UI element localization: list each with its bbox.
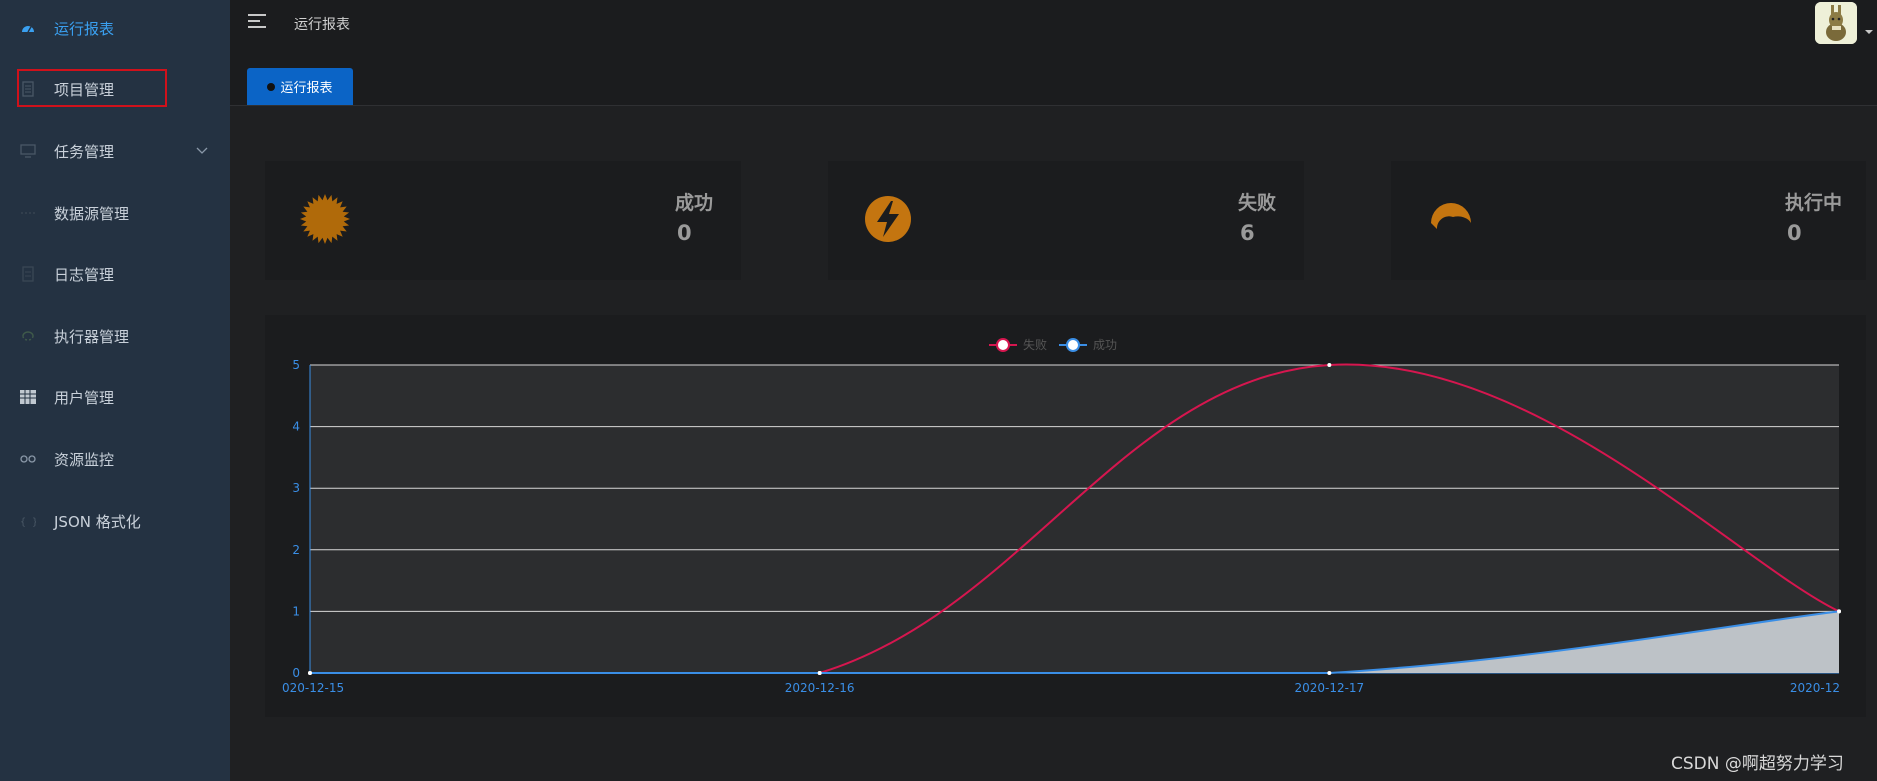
data-point <box>1837 609 1841 614</box>
line-chart: 0 1 2 3 4 5 020-12-15 2020-12-16 2020-12-17 2020-… <box>282 337 1841 695</box>
stat-value: 0 <box>1787 221 1802 245</box>
tab-bar: 运行报表 <box>230 47 1877 106</box>
sidebar-item-logs[interactable]: 日志管理 <box>0 254 230 294</box>
sidebar-item-label: 日志管理 <box>54 265 115 284</box>
data-point <box>817 671 822 675</box>
bolt-icon <box>865 196 911 242</box>
sidebar-item-label: 用户管理 <box>54 388 115 407</box>
sidebar-item-run-report[interactable]: 运行报表 <box>0 8 230 48</box>
sidebar-item-monitor[interactable]: 资源监控 <box>0 439 230 479</box>
chevron-down-icon[interactable] <box>196 145 208 158</box>
y-tick-label: 0 <box>292 666 300 680</box>
sidebar-item-label: 资源监控 <box>54 450 115 469</box>
stat-title: 成功 <box>675 192 714 214</box>
tab-label: 运行报表 <box>280 81 333 96</box>
table-icon <box>20 389 36 405</box>
y-tick-label: 2 <box>292 543 300 557</box>
legend-item: 失败 <box>989 337 1047 352</box>
x-tick-label: 2020-12-17 <box>1294 681 1364 695</box>
tab-dot-icon <box>267 82 276 91</box>
y-tick-label: 1 <box>292 604 300 618</box>
page-title: 运行报表 <box>294 17 350 33</box>
legend-item: 成功 <box>1059 338 1117 352</box>
stat-card-failed: 失败 6 <box>828 161 1304 280</box>
stat-title: 失败 <box>1238 192 1277 214</box>
sidebar-item-users[interactable]: 用户管理 <box>0 377 230 417</box>
legend-label: 成功 <box>1093 338 1117 352</box>
data-point <box>1327 671 1332 675</box>
database-icon <box>20 205 36 221</box>
moon-icon <box>1431 203 1471 229</box>
code-icon: { } <box>20 513 36 529</box>
highlight-box <box>17 69 167 107</box>
monitor-icon <box>20 143 36 159</box>
y-tick-label: 3 <box>292 481 300 495</box>
data-point <box>308 671 312 675</box>
stat-title: 执行中 <box>1785 192 1843 214</box>
sidebar-item-executors[interactable]: 执行器管理 <box>0 316 230 356</box>
dashboard-icon <box>20 20 36 36</box>
x-tick-label: 2020-12-16 <box>785 681 855 695</box>
sidebar: 运行报表 项目管理 任务管理 数据源管理 日志管理 执行器管理 用户管理 资源监… <box>0 0 230 781</box>
x-tick-label: 020-12-15 <box>282 681 344 695</box>
y-tick-label: 5 <box>292 358 300 372</box>
sidebar-item-json[interactable]: { } JSON 格式化 <box>0 501 230 541</box>
svg-text:{ }: { } <box>20 517 36 527</box>
caret-down-icon[interactable] <box>1865 30 1873 34</box>
sidebar-item-datasource[interactable]: 数据源管理 <box>0 193 230 233</box>
sidebar-item-label: 执行器管理 <box>54 327 130 346</box>
stat-card-running: 执行中 0 <box>1391 161 1866 280</box>
log-icon <box>20 266 36 282</box>
y-tick-label: 4 <box>292 420 300 434</box>
x-tick-label: 2020-12 <box>1790 681 1840 695</box>
sidebar-item-label: 运行报表 <box>54 19 115 38</box>
legend-marker <box>996 338 1010 352</box>
legend-label: 失败 <box>1023 337 1047 352</box>
stat-card-success: 成功 0 <box>265 161 741 280</box>
plot-area <box>310 365 1839 673</box>
top-bar: 运行报表 <box>230 0 1877 47</box>
data-point <box>1327 363 1332 367</box>
sidebar-item-tasks[interactable]: 任务管理 <box>0 131 230 171</box>
stat-value: 6 <box>1240 221 1255 245</box>
stat-value: 0 <box>677 221 692 245</box>
avatar[interactable] <box>1815 2 1857 44</box>
watermark: CSDN @啊超努力学习 <box>1671 754 1844 774</box>
tab-run-report[interactable]: 运行报表 <box>247 68 353 105</box>
refresh-icon <box>20 328 36 344</box>
sidebar-item-label: 任务管理 <box>54 142 115 161</box>
legend-marker <box>1066 338 1080 352</box>
sun-icon <box>300 194 350 244</box>
chart-panel: 0 1 2 3 4 5 020-12-15 2020-12-16 2020-12-17 2020-… <box>265 315 1866 717</box>
menu-toggle-icon[interactable] <box>248 14 266 30</box>
sidebar-item-label: 数据源管理 <box>54 204 130 223</box>
sidebar-item-label: JSON 格式化 <box>54 512 141 531</box>
link-icon <box>20 451 36 467</box>
